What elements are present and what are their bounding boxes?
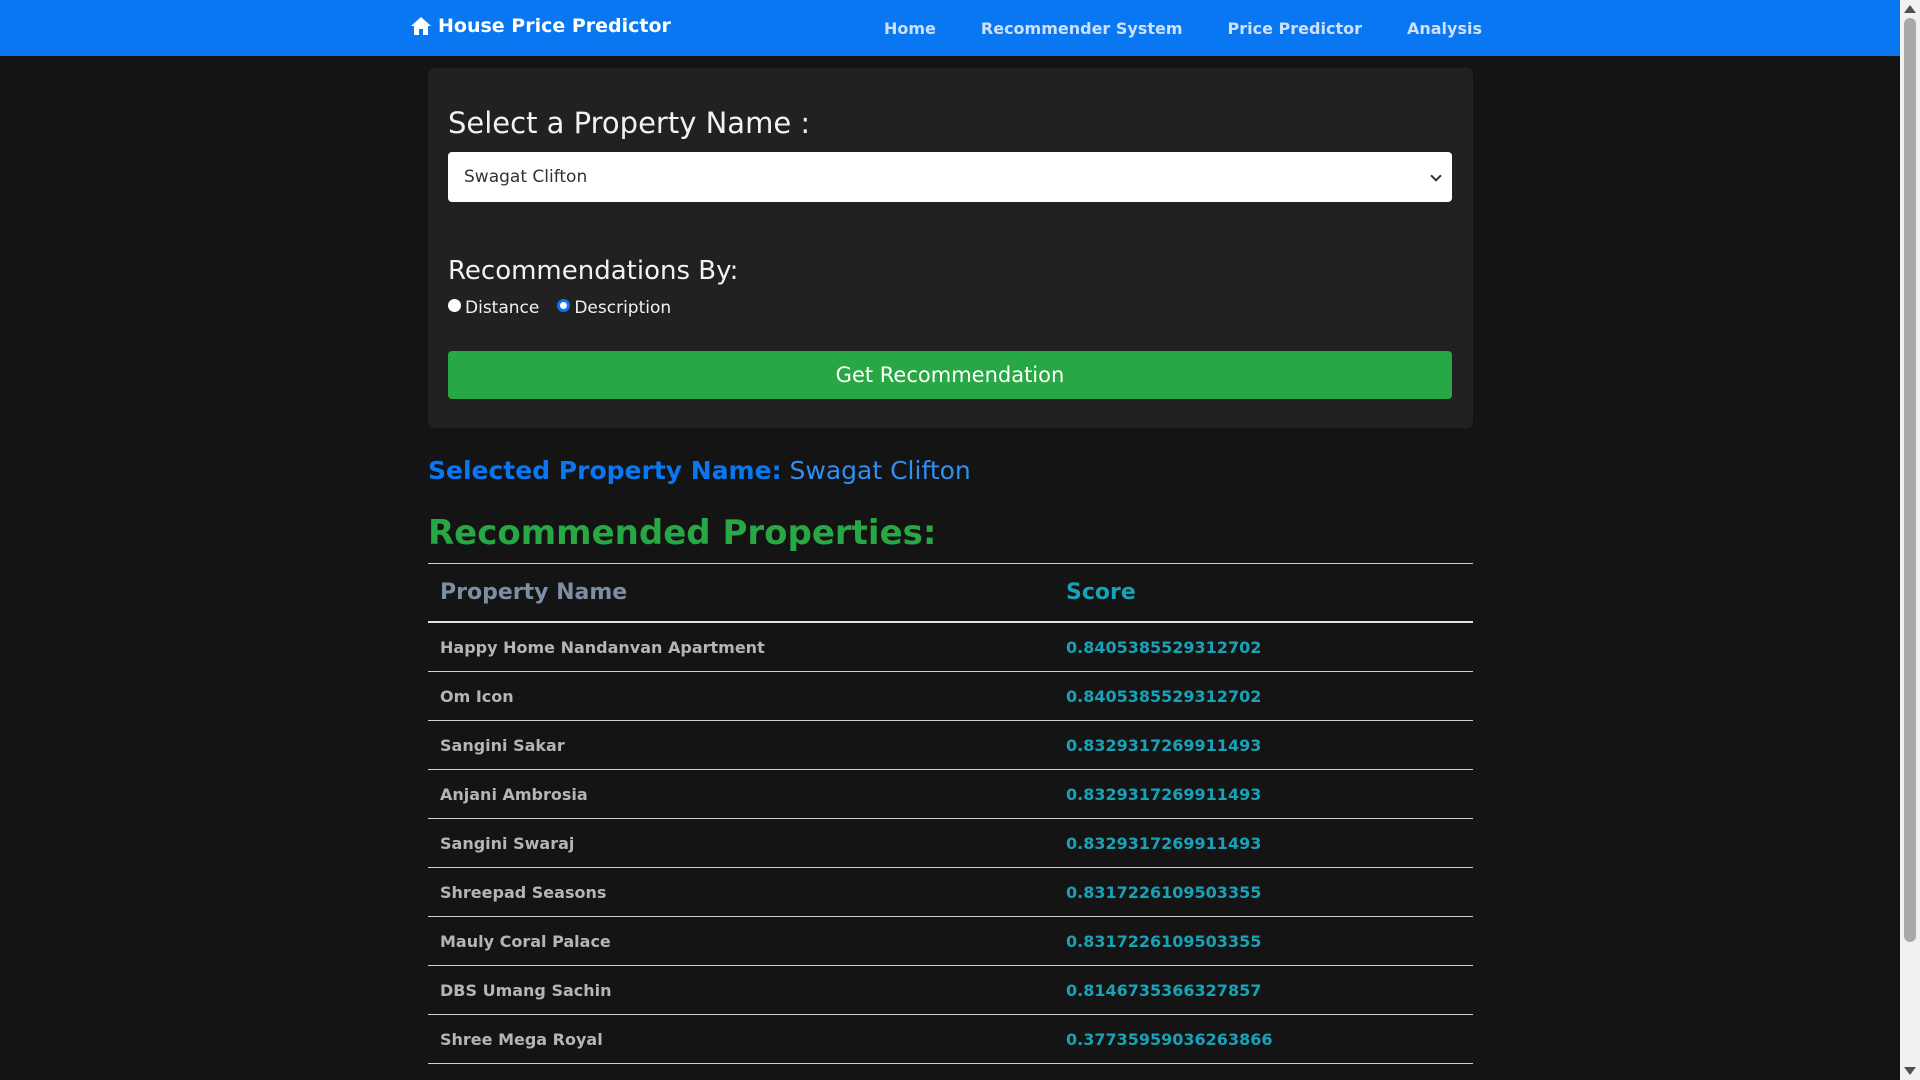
- score-cell: 0.8405385529312702: [1066, 686, 1262, 706]
- score-cell: 0.8405385529312702: [1066, 637, 1262, 657]
- score-cell: 0.8329317269911493: [1066, 784, 1262, 804]
- table-row: Happy Home Nandanvan Apartment 0.8405385…: [428, 623, 1473, 672]
- table-row: DBS Umang Sachin 0.8146735366327857: [428, 966, 1473, 1015]
- scroll-down-arrow-icon[interactable]: [1904, 1067, 1916, 1075]
- nav-links: Home Recommender System Price Predictor …: [839, 0, 1482, 56]
- recommendation-form-card: Select a Property Name : Swagat Clifton …: [428, 68, 1473, 428]
- scroll-thumb[interactable]: [1904, 18, 1916, 942]
- table-row: Anjani Ambrosia 0.8329317269911493: [428, 770, 1473, 819]
- property-name-cell: Anjani Ambrosia: [440, 784, 588, 804]
- page-scrollbar[interactable]: [1900, 0, 1920, 1080]
- score-cell: 0.8329317269911493: [1066, 833, 1262, 853]
- table-row: Shreepad Seasons 0.8317226109503355: [428, 868, 1473, 917]
- nav-home[interactable]: Home: [884, 19, 936, 38]
- score-cell: 0.8317226109503355: [1066, 931, 1262, 951]
- select-property-title: Select a Property Name :: [448, 106, 811, 140]
- property-name-cell: Mauly Coral Palace: [440, 931, 611, 951]
- property-select-value: Swagat Clifton: [464, 167, 588, 187]
- selected-property-value: Swagat Clifton: [789, 456, 971, 485]
- nav-recommender-system[interactable]: Recommender System: [981, 19, 1183, 38]
- table-row: Sangini Sakar 0.8329317269911493: [428, 721, 1473, 770]
- table-header: Property Name Score: [428, 564, 1473, 623]
- score-cell: 0.8317226109503355: [1066, 882, 1262, 902]
- column-header-property-name: Property Name: [440, 580, 628, 605]
- table-row: Mauly Coral Palace 0.8317226109503355: [428, 917, 1473, 966]
- table-row: Shree Mega Royal 0.37735959036263866: [428, 1015, 1473, 1064]
- property-name-cell: Shreepad Seasons: [440, 882, 607, 902]
- selected-property-label: Selected Property Name:: [428, 456, 782, 485]
- radio-description-label[interactable]: Description: [574, 298, 671, 318]
- radio-description[interactable]: [557, 298, 571, 312]
- score-cell: 0.8329317269911493: [1066, 735, 1262, 755]
- table-row: Sangini Swaraj 0.8329317269911493: [428, 819, 1473, 868]
- nav-price-predictor[interactable]: Price Predictor: [1228, 19, 1362, 38]
- get-recommendation-button[interactable]: Get Recommendation: [448, 351, 1452, 399]
- property-name-cell: Happy Home Nandanvan Apartment: [440, 637, 765, 657]
- nav-analysis[interactable]: Analysis: [1407, 19, 1482, 38]
- property-name-cell: DBS Umang Sachin: [440, 980, 612, 1000]
- property-name-cell: Shree Mega Royal: [440, 1029, 603, 1049]
- property-select[interactable]: Swagat Clifton: [448, 152, 1452, 202]
- recommendation-type-radios: Distance Description: [448, 298, 689, 318]
- chevron-down-icon: [1430, 170, 1442, 182]
- table-row: Om Icon 0.8405385529312702: [428, 672, 1473, 721]
- radio-distance[interactable]: [448, 298, 461, 312]
- brand-link[interactable]: House Price Predictor: [410, 15, 671, 37]
- home-icon: [411, 17, 431, 35]
- recommendations-table: Property Name Score Happy Home Nandanvan…: [428, 563, 1473, 1064]
- navbar: House Price Predictor Home Recommender S…: [0, 0, 1900, 56]
- recommended-properties-heading: Recommended Properties:: [428, 513, 937, 553]
- score-cell: 0.8146735366327857: [1066, 980, 1262, 1000]
- selected-property-line: Selected Property Name: Swagat Clifton: [428, 456, 971, 485]
- scroll-up-arrow-icon[interactable]: [1904, 5, 1916, 13]
- property-name-cell: Sangini Swaraj: [440, 833, 575, 853]
- brand-title: House Price Predictor: [438, 15, 671, 37]
- property-name-cell: Sangini Sakar: [440, 735, 565, 755]
- score-cell: 0.37735959036263866: [1066, 1029, 1273, 1049]
- recommendations-by-label: Recommendations By:: [448, 256, 739, 286]
- column-header-score: Score: [1066, 580, 1136, 605]
- property-name-cell: Om Icon: [440, 686, 514, 706]
- radio-distance-label[interactable]: Distance: [465, 298, 539, 318]
